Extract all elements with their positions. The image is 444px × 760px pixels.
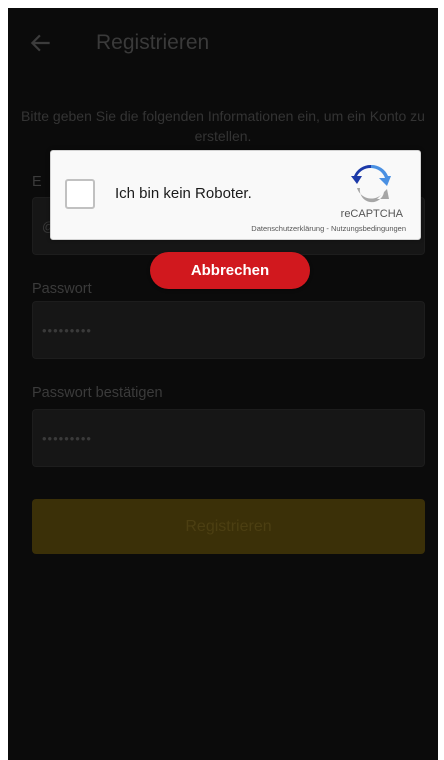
terms-link[interactable]: Nutzungsbedingungen (331, 224, 406, 233)
recaptcha-widget: Ich bin kein Roboter. reCAPTCHA Datensch… (50, 150, 421, 240)
app-bar: Registrieren (8, 8, 438, 80)
recaptcha-label: Ich bin kein Roboter. (115, 185, 252, 202)
screen: Registrieren Bitte geben Sie die folgend… (8, 8, 438, 760)
password-field[interactable]: ••••••••• (32, 301, 425, 359)
recaptcha-links: Datenschutzerklärung - Nutzungsbedingung… (251, 224, 406, 233)
register-button[interactable]: Registrieren (32, 499, 425, 554)
privacy-link[interactable]: Datenschutzerklärung (251, 224, 324, 233)
links-separator: - (324, 224, 331, 233)
intro-text: Bitte geben Sie die folgenden Informatio… (21, 108, 425, 144)
recaptcha-brand: reCAPTCHA (340, 208, 403, 220)
password-confirm-field-value: ••••••••• (42, 431, 92, 446)
page-title: Registrieren (96, 31, 210, 54)
cancel-button[interactable]: Abbrechen (150, 252, 310, 289)
recaptcha-checkbox[interactable] (65, 179, 95, 209)
password-field-value: ••••••••• (42, 323, 92, 338)
password-confirm-field[interactable]: ••••••••• (32, 409, 425, 467)
email-label: E (32, 174, 42, 190)
password-label: Passwort (32, 281, 92, 297)
arrow-left-icon[interactable] (28, 30, 54, 56)
password-confirm-label: Passwort bestätigen (32, 385, 163, 401)
recaptcha-logo-icon (351, 164, 391, 203)
